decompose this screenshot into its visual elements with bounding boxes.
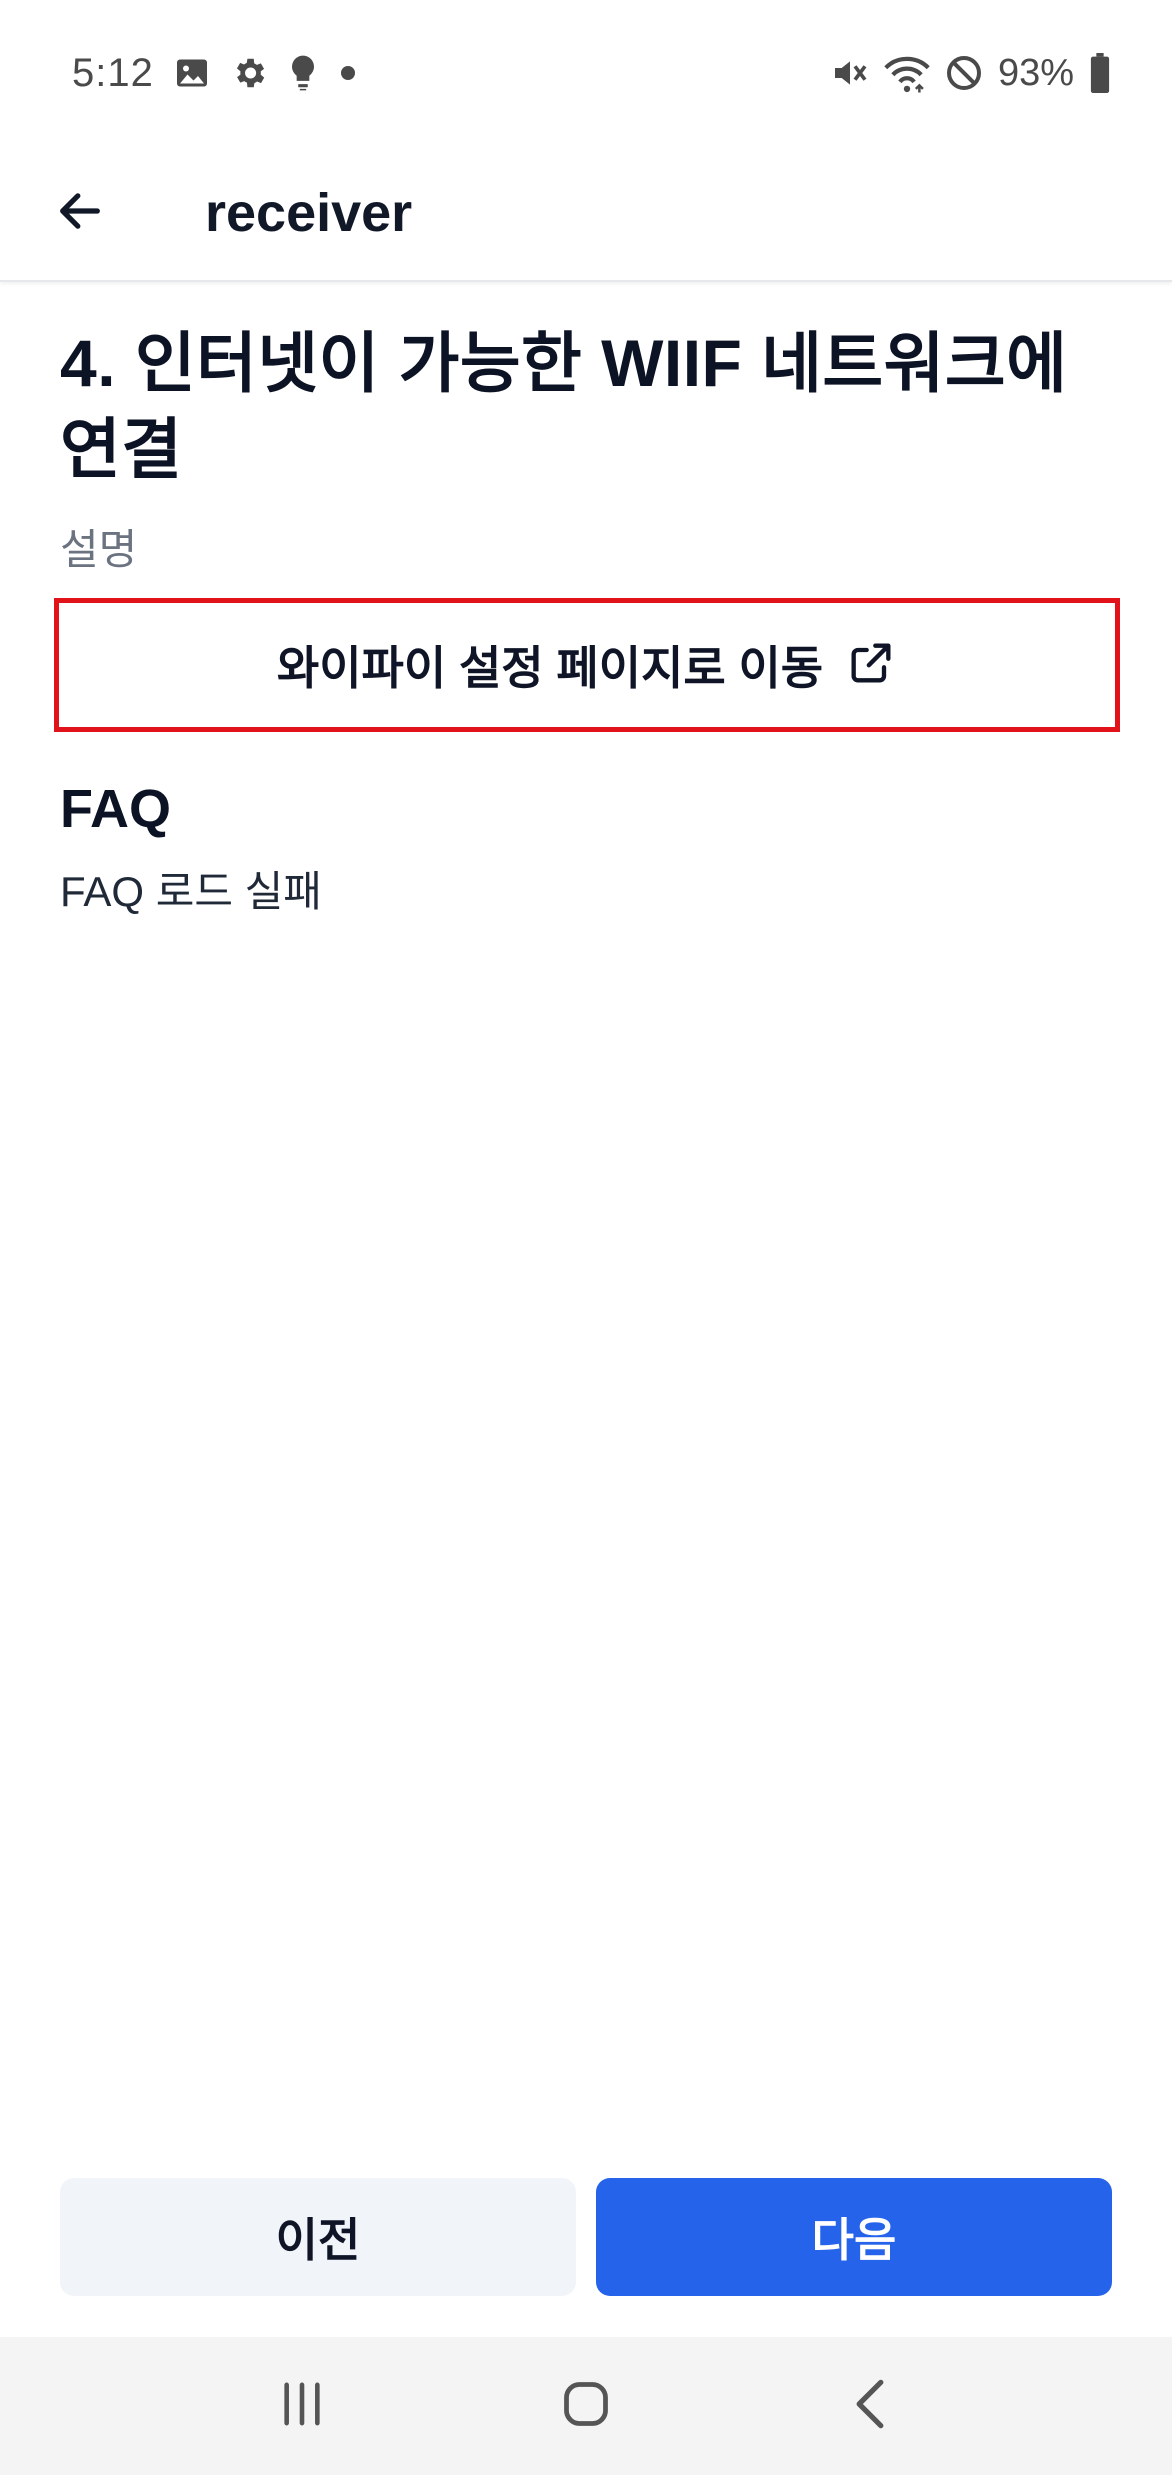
status-time: 5:12: [72, 50, 154, 95]
content: 4. 인터넷이 가능한 WIIF 네트워크에 연결 설명 와이파이 설정 페이지…: [54, 320, 1120, 915]
home-icon: [560, 2378, 612, 2435]
step-title-line1: 4. 인터넷이 가능한 WIIF 네트워크에: [60, 326, 1068, 400]
recent-apps-button[interactable]: [242, 2356, 362, 2456]
dnd-icon: [944, 53, 984, 93]
recent-apps-icon: [277, 2381, 327, 2432]
status-bar: 5:12 93%: [0, 0, 1172, 146]
next-button[interactable]: 다음: [596, 2178, 1112, 2296]
app-bar: receiver: [0, 146, 1172, 282]
vibrate-mute-icon: [830, 53, 870, 93]
battery-icon: [1088, 53, 1112, 93]
faq-title: FAQ: [60, 779, 172, 839]
back-icon: [847, 2378, 893, 2435]
gear-icon: [230, 54, 268, 92]
wifi-icon: [884, 53, 930, 93]
bulb-icon: [288, 54, 318, 92]
dot-icon: [338, 63, 358, 83]
step-title-line2: 연결: [60, 412, 183, 486]
wifi-settings-label: 와이파이 설정 페이지로 이동: [276, 642, 824, 694]
image-icon: [174, 55, 210, 91]
status-left: 5:12: [72, 51, 358, 96]
step-title: 4. 인터넷이 가능한 WIIF 네트워크에 연결: [60, 320, 1112, 492]
screen: 5:12 93% receiver 4. 인터넷이 가능한 WIIF 네트워크에…: [0, 0, 1172, 2475]
faq-error-message: FAQ 로드 실패: [60, 868, 322, 915]
home-button[interactable]: [526, 2356, 646, 2456]
external-link-icon: [845, 637, 897, 694]
system-nav-bar: [0, 2337, 1172, 2475]
app-title: receiver: [205, 183, 413, 243]
prev-button[interactable]: 이전: [60, 2178, 576, 2296]
wifi-settings-button[interactable]: 와이파이 설정 페이지로 이동: [54, 598, 1120, 732]
nav-back-button[interactable]: [810, 2356, 930, 2456]
status-right: 93%: [830, 52, 1112, 95]
arrow-left-icon: [54, 185, 106, 242]
faq-section: FAQ FAQ 로드 실패: [60, 778, 322, 919]
battery-percent: 93%: [997, 51, 1074, 94]
bottom-actions: 이전 다음: [60, 2178, 1112, 2296]
step-description: 설명: [60, 526, 138, 573]
back-button[interactable]: [0, 145, 160, 281]
